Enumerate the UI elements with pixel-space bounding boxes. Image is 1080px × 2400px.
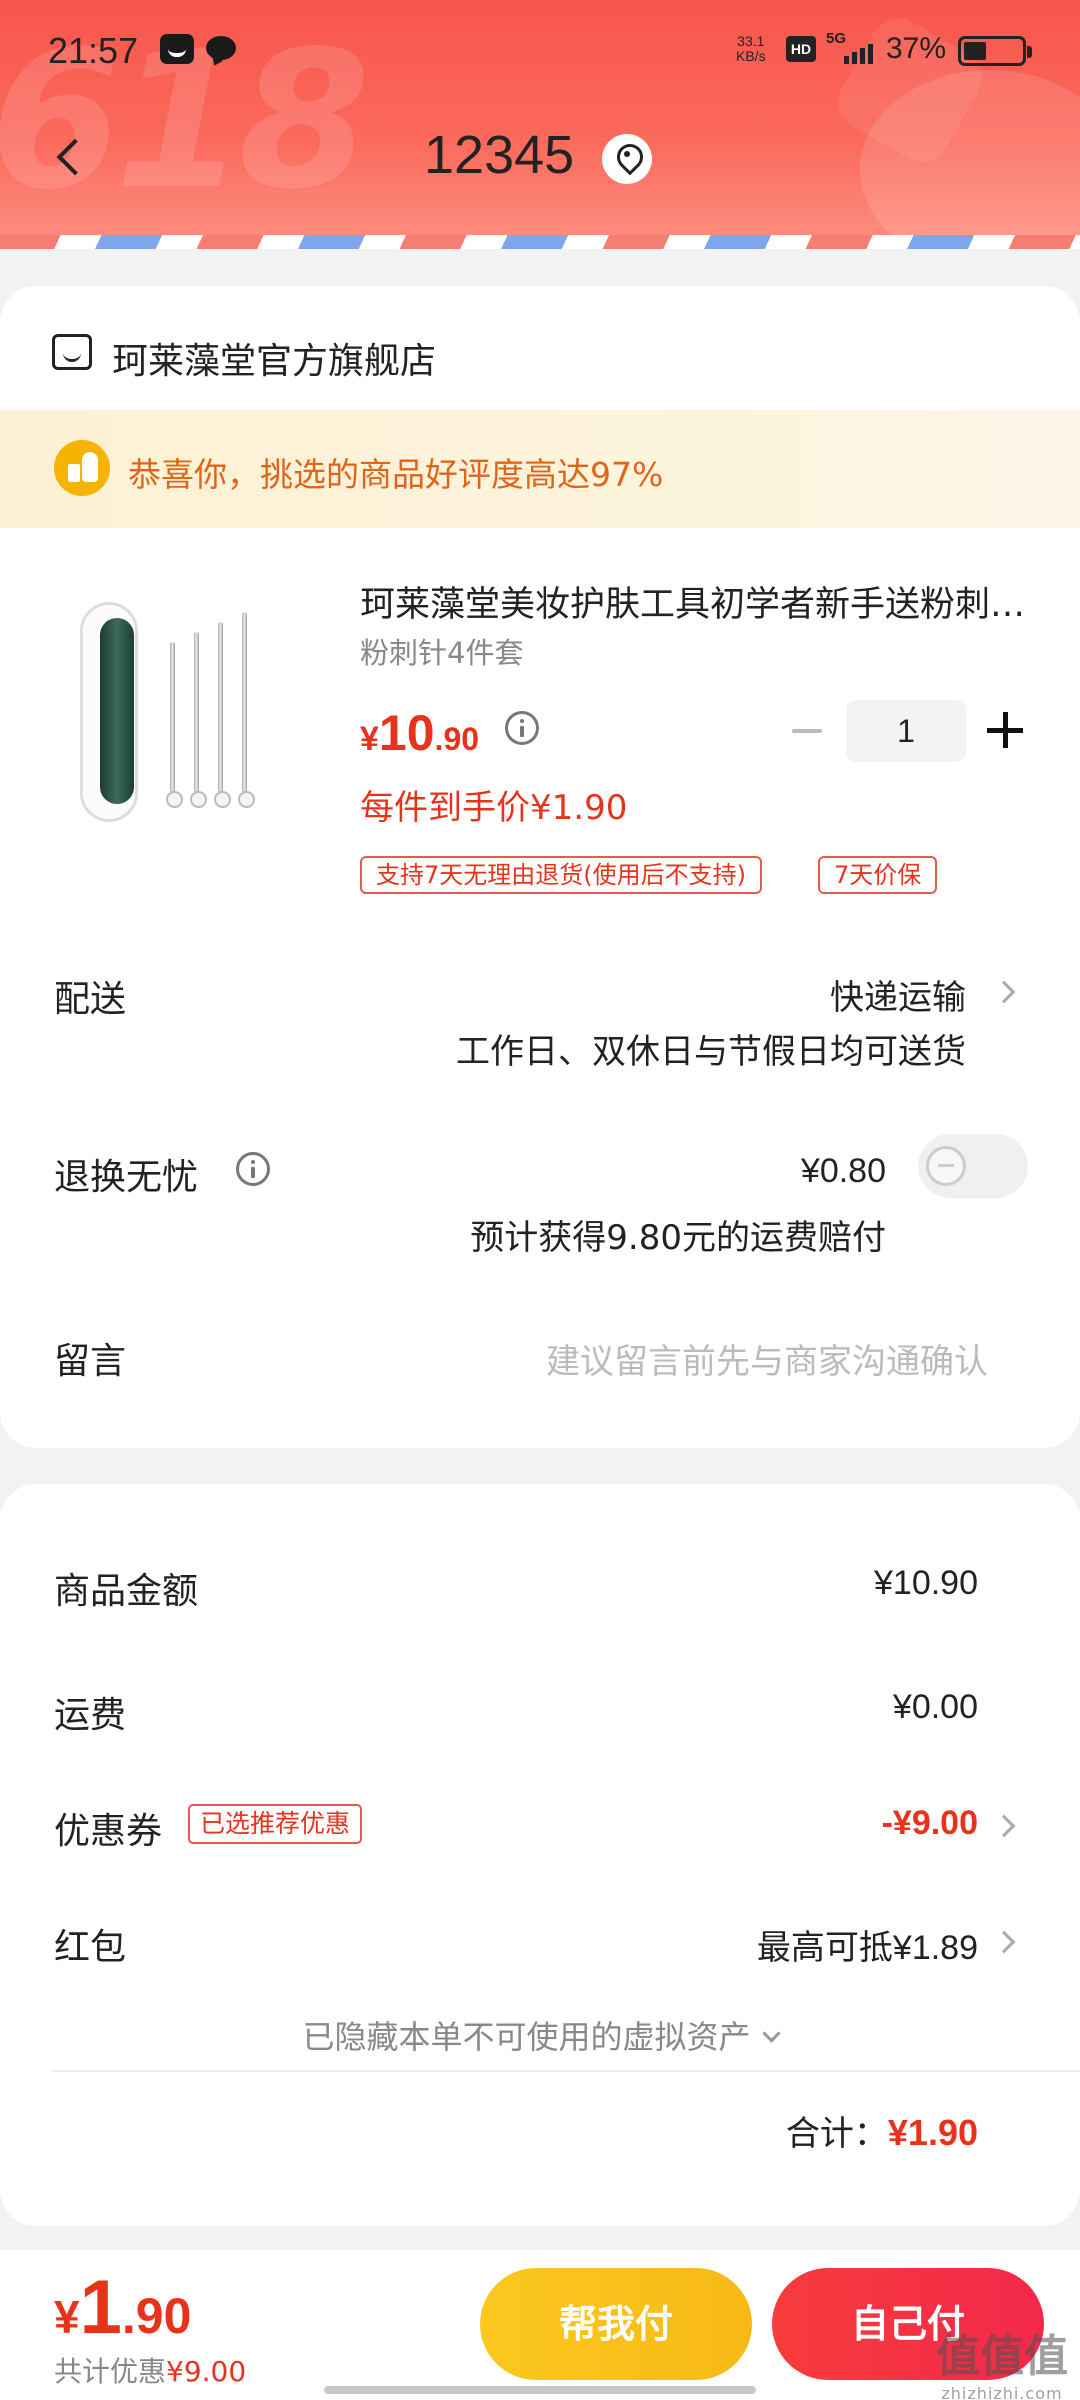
order-card: 珂莱藻堂官方旗舰店 恭喜你，挑选的商品好评度高达97% 珂莱藻堂美妆护肤工具初学… <box>0 286 1080 1448</box>
delivery-note: 工作日、双休日与节假日均可送货 <box>456 1032 966 1072</box>
return-insurance-price: ¥0.80 <box>800 1152 886 1190</box>
product-case-inner <box>100 618 134 804</box>
app-notification-icon <box>160 34 194 64</box>
page-title: 12345 <box>424 125 575 185</box>
redpacket-value[interactable]: 最高可抵¥1.89 <box>757 1920 978 1969</box>
status-bar: 21:57 33.1 KB/s HD 5G 37% <box>0 0 1080 100</box>
product-spec[interactable]: 粉刺针4件套 <box>360 630 523 672</box>
back-button[interactable] <box>44 130 94 186</box>
network-speed: 33.1 KB/s <box>736 34 766 64</box>
product-tool <box>214 622 231 808</box>
chevron-right-icon[interactable] <box>992 980 1016 1004</box>
price-currency: ¥ <box>360 720 379 758</box>
price-protect-tag: 7天价保 <box>818 856 938 894</box>
checkout-price-decimal: .90 <box>121 2288 192 2344</box>
quantity-increase-button[interactable] <box>987 712 1023 748</box>
home-indicator[interactable] <box>324 2386 756 2394</box>
total-discount-value: ¥9.00 <box>166 2355 247 2388</box>
shipping-value: ¥0.00 <box>892 1688 978 1726</box>
signal-bar <box>860 48 865 64</box>
watermark-logo: 值值值 <box>936 2331 1068 2382</box>
network-type: 5G <box>826 30 847 47</box>
goods-amount-label: 商品金额 <box>54 1571 199 1612</box>
signal-icon: 5G <box>826 30 876 66</box>
hidden-assets-text: 已隐藏本单不可使用的虚拟资产 <box>302 2018 751 2056</box>
signal-bar <box>844 56 849 64</box>
price-summary-card: 商品金额 ¥10.90 运费 ¥0.00 优惠券 已选推荐优惠 -¥9.00 红… <box>0 1484 1080 2226</box>
return-insurance-note: 预计获得9.80元的运费赔付 <box>470 1218 886 1258</box>
message-notification-icon <box>206 36 236 60</box>
store-icon <box>52 334 92 370</box>
product-price: ¥10.90 <box>360 704 479 762</box>
product-image[interactable] <box>52 572 292 842</box>
product-tool <box>238 612 255 808</box>
message-input[interactable]: 建议留言前先与商家沟通确认 <box>546 1334 988 1383</box>
message-label: 留言 <box>54 1341 127 1382</box>
total-discount: 共计优惠¥9.00 <box>54 2350 246 2390</box>
coupon-label: 优惠券 <box>54 1811 163 1852</box>
product-tool <box>166 642 183 808</box>
thumbs-up-icon <box>54 440 110 496</box>
product-title[interactable]: 珂莱藻堂美妆护肤工具初学者新手送粉刺针4件套 <box>360 576 1040 627</box>
checkout-price: ¥1.90 <box>54 2264 191 2351</box>
signal-bar <box>868 44 873 64</box>
coupon-recommended-tag: 已选推荐优惠 <box>188 1804 363 1844</box>
chevron-right-icon[interactable] <box>992 1814 1016 1838</box>
return-policy-tag: 支持7天无理由退货(使用后不支持) <box>360 856 762 894</box>
network-speed-unit: KB/s <box>736 48 766 64</box>
price-integer: 10 <box>378 705 435 761</box>
chevron-right-icon[interactable] <box>992 1930 1016 1954</box>
delivery-method[interactable]: 快递运输 <box>830 970 966 1019</box>
help-me-pay-button[interactable]: 帮我付 <box>480 2268 752 2380</box>
rating-banner-text: 恭喜你，挑选的商品好评度高达97% <box>128 455 664 494</box>
total-label: 合计： <box>785 2114 888 2154</box>
quantity-decrease-button[interactable] <box>790 714 824 748</box>
toggle-knob <box>926 1146 966 1186</box>
rating-banner: 恭喜你，挑选的商品好评度高达97% <box>0 410 1080 528</box>
header: 618 21:57 33.1 KB/s HD 5G 37% 12345 <box>0 0 1080 235</box>
divider <box>52 2070 1080 2072</box>
battery-percent: 37% <box>886 32 947 65</box>
quantity-value[interactable]: 1 <box>846 700 966 762</box>
checkout-price-currency: ¥ <box>54 2291 80 2343</box>
airmail-stripe-divider <box>0 235 1080 249</box>
price-decimal: .90 <box>434 721 480 757</box>
goods-amount-value: ¥10.90 <box>874 1564 978 1602</box>
return-insurance-label: 退换无忧 <box>54 1157 199 1198</box>
watermark-site: zhizhizhi.com <box>941 2384 1063 2400</box>
chevron-down-icon <box>761 2024 781 2043</box>
shipping-label: 运费 <box>54 1695 127 1736</box>
checkout-price-integer: 1 <box>79 2265 122 2350</box>
battery-icon <box>958 36 1032 66</box>
store-name: 珂莱藻堂官方旗舰店 <box>112 341 437 382</box>
total-value: ¥1.90 <box>887 2112 978 2153</box>
hd-icon: HD <box>786 36 816 62</box>
delivery-label: 配送 <box>54 979 127 1020</box>
return-insurance-toggle[interactable] <box>918 1134 1028 1198</box>
watermark: 值值值 zhizhizhi.com <box>936 2320 1068 2400</box>
product-tool <box>190 632 207 808</box>
price-info-icon[interactable] <box>505 711 539 745</box>
coupon-value[interactable]: -¥9.00 <box>882 1804 978 1843</box>
location-pin-icon[interactable] <box>602 134 652 184</box>
unit-price: 每件到手价¥1.90 <box>360 788 628 828</box>
redpacket-label: 红包 <box>54 1927 127 1968</box>
return-insurance-info-icon[interactable] <box>236 1152 270 1186</box>
checkout-bar: ¥1.90 共计优惠¥9.00 帮我付 自己付 <box>0 2250 1080 2400</box>
network-speed-value: 33.1 <box>737 33 765 49</box>
signal-bar <box>852 52 857 64</box>
total-row: 合计：¥1.90 <box>786 2106 978 2155</box>
status-time: 21:57 <box>48 30 139 71</box>
total-discount-label: 共计优惠 <box>54 2355 167 2388</box>
hidden-assets-toggle[interactable]: 已隐藏本单不可使用的虚拟资产 <box>0 2012 1080 2058</box>
